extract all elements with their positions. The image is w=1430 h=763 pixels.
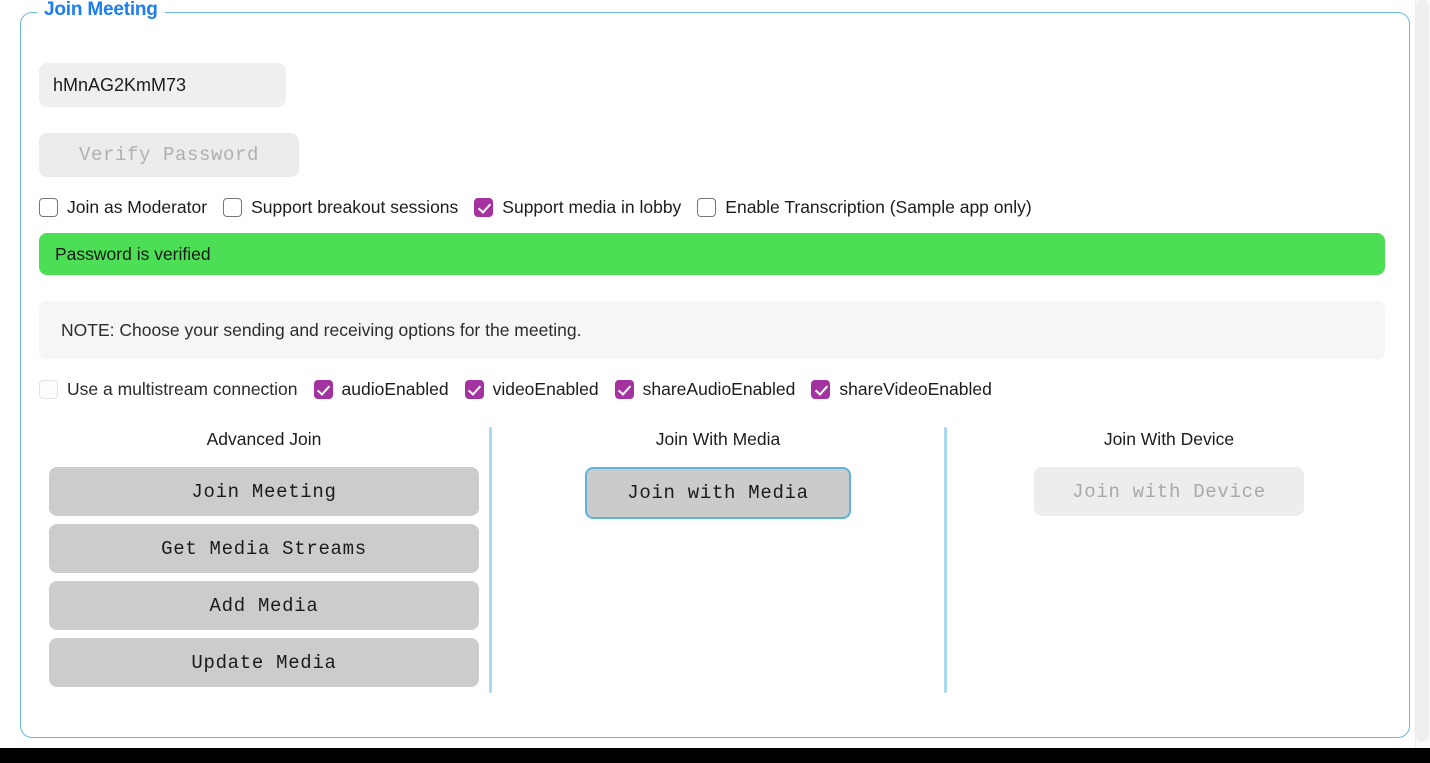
note-text: NOTE: Choose your sending and receiving … [61,319,582,340]
app-root: Join Meeting Verify Password Join as Mod… [0,0,1430,763]
join-meeting-button[interactable]: Join Meeting [49,467,479,516]
option-label: audioEnabled [341,379,449,399]
scrollbar-thumb[interactable] [1416,0,1429,742]
checkbox-checked-icon[interactable] [464,379,484,399]
option-label: Support media in lobby [502,197,682,217]
option-audio-enabled[interactable]: audioEnabled [313,379,449,399]
column-title: Advanced Join [206,429,322,449]
option-support-media-in-lobby[interactable]: Support media in lobby [474,197,681,217]
note-box: NOTE: Choose your sending and receiving … [39,301,1385,359]
option-share-audio-enabled[interactable]: shareAudioEnabled [614,379,796,399]
meeting-id-input[interactable] [39,63,286,107]
join-actions-columns: Advanced Join Join Meeting Get Media Str… [39,421,1391,699]
option-use-multistream-connection[interactable]: Use a multistream connection [39,379,298,399]
media-options-row: Use a multistream connection audioEnable… [39,379,1391,399]
get-media-streams-button[interactable]: Get Media Streams [49,524,479,573]
option-label: Enable Transcription (Sample app only) [725,197,1032,217]
checkbox-icon[interactable] [39,197,58,217]
option-video-enabled[interactable]: videoEnabled [464,379,599,399]
checkbox-icon[interactable] [697,197,717,217]
panel-legend: Join Meeting [37,0,165,21]
column-title: Join With Media [655,429,781,449]
checkbox-checked-icon[interactable] [811,379,831,399]
join-with-device-button[interactable]: Join with Device [1034,467,1304,516]
status-banner: Password is verified [39,233,1385,275]
column-join-with-media: Join With Media Join with Media [492,421,944,699]
option-label: Use a multistream connection [67,379,298,399]
verify-password-button[interactable]: Verify Password [39,133,299,177]
join-meeting-panel: Join Meeting Verify Password Join as Mod… [20,0,1410,738]
update-media-button[interactable]: Update Media [49,638,479,687]
option-support-breakout-sessions[interactable]: Support breakout sessions [223,197,458,217]
column-title: Join With Device [1103,429,1235,449]
option-label: Join as Moderator [67,197,208,217]
checkbox-checked-icon[interactable] [614,379,634,399]
add-media-button[interactable]: Add Media [49,581,479,630]
status-message: Password is verified [55,243,211,264]
option-label: videoEnabled [492,379,599,399]
panel-content: Verify Password Join as Moderator Suppor… [21,13,1409,699]
option-label: shareVideoEnabled [839,379,992,399]
checkbox-checked-icon[interactable] [474,197,494,217]
option-join-as-moderator[interactable]: Join as Moderator [39,197,207,217]
option-label: Support breakout sessions [251,197,459,217]
checkbox-disabled-icon [39,379,58,399]
option-share-video-enabled[interactable]: shareVideoEnabled [811,379,992,399]
column-join-with-device: Join With Device Join with Device [947,421,1391,699]
option-enable-transcription[interactable]: Enable Transcription (Sample app only) [697,197,1032,217]
meeting-options-row: Join as Moderator Support breakout sessi… [39,197,1391,217]
checkbox-checked-icon[interactable] [313,379,333,399]
join-with-media-button[interactable]: Join with Media [585,467,851,519]
page-scrollbar[interactable] [1415,0,1430,748]
bottom-black-bar [0,748,1430,763]
option-label: shareAudioEnabled [642,379,796,399]
column-advanced-join: Advanced Join Join Meeting Get Media Str… [39,421,489,699]
checkbox-icon[interactable] [223,197,243,217]
